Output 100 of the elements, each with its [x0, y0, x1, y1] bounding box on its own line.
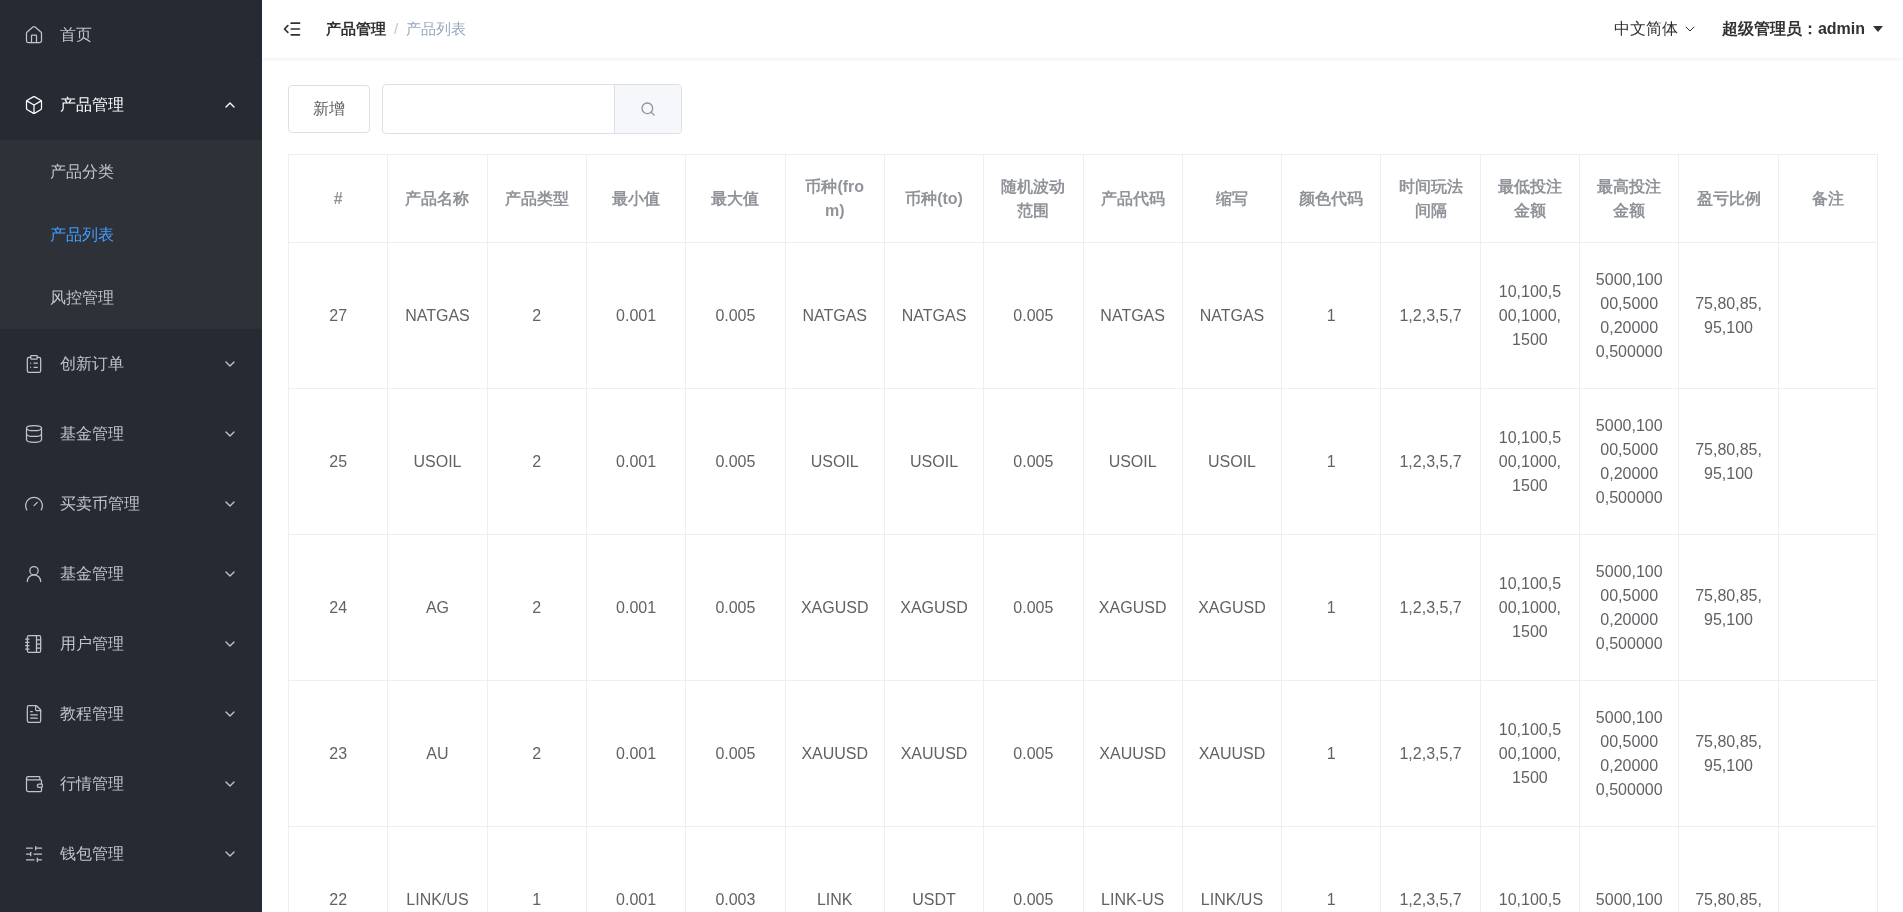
table-cell: 0.001: [586, 242, 686, 389]
table-cell: 1,2,3,5,7: [1380, 534, 1481, 681]
table-cell: 1: [1281, 534, 1381, 681]
column-header: 随机波动范围: [983, 154, 1083, 243]
table-cell: XAUUSD: [785, 680, 885, 827]
home-icon: [24, 25, 44, 45]
column-header: #: [288, 154, 388, 243]
column-header: 最大值: [685, 154, 786, 243]
search-field[interactable]: [382, 84, 682, 134]
sidebar-item[interactable]: 钱包管理: [0, 819, 262, 889]
table-cell: 0.001: [586, 680, 686, 827]
menu-icon[interactable]: [282, 19, 302, 39]
database-icon: [24, 424, 44, 444]
table-cell: 25: [288, 388, 388, 535]
column-header: 颜色代码: [1281, 154, 1381, 243]
table-cell: NATGAS: [387, 242, 488, 389]
user-icon: [24, 564, 44, 584]
sidebar-item[interactable]: 创新订单: [0, 329, 262, 399]
column-header: 最小值: [586, 154, 686, 243]
column-header: 盈亏比例: [1678, 154, 1779, 243]
table-cell: XAUUSD: [884, 680, 984, 827]
table-cell: 0.005: [685, 388, 786, 535]
table-cell: NATGAS: [1083, 242, 1183, 389]
table-cell: USOIL: [884, 388, 984, 535]
table-cell: USOIL: [1182, 388, 1282, 535]
add-button[interactable]: 新增: [288, 85, 370, 133]
column-header: 产品代码: [1083, 154, 1183, 243]
column-header: 时间玩法间隔: [1380, 154, 1481, 243]
sidebar-item[interactable]: 买卖币管理: [0, 469, 262, 539]
table-cell: 5000,10000,50000,200000,500000: [1579, 388, 1679, 535]
sliders-icon: [24, 844, 44, 864]
sidebar-item[interactable]: 产品管理: [0, 70, 262, 140]
table-cell: 0.005: [983, 680, 1083, 827]
sidebar-item[interactable]: 基金管理: [0, 539, 262, 609]
table-cell: NATGAS: [785, 242, 885, 389]
sidebar-item-label: 钱包管理: [60, 844, 125, 864]
table-cell: 1: [1281, 242, 1381, 389]
table-cell: 0.005: [983, 534, 1083, 681]
clipboard-icon: [24, 354, 44, 374]
column-header: 最低投注金额: [1480, 154, 1580, 243]
table-cell: 1,2,3,5,7: [1380, 388, 1481, 535]
table-cell: USOIL: [785, 388, 885, 535]
table-cell: NATGAS: [884, 242, 984, 389]
table-cell: 75,80,85,95,100: [1678, 680, 1779, 827]
table-cell: USOIL: [387, 388, 488, 535]
submenu-item[interactable]: 风控管理: [0, 266, 262, 329]
table-cell: 2: [487, 242, 587, 389]
column-header: 产品名称: [387, 154, 488, 243]
table-cell: XAUUSD: [1083, 680, 1183, 827]
cube-icon: [24, 95, 44, 115]
submenu-item[interactable]: 产品列表: [0, 203, 262, 266]
notebook-icon: [24, 634, 44, 654]
table-cell: 27: [288, 242, 388, 389]
table-cell: XAGUSD: [884, 534, 984, 681]
table-cell: 2: [487, 680, 587, 827]
sidebar-item[interactable]: 行情管理: [0, 749, 262, 819]
table-cell: 0.001: [586, 534, 686, 681]
table-cell: 0.005: [685, 534, 786, 681]
sidebar-item[interactable]: 基金管理: [0, 399, 262, 469]
table-cell: 75,80,85,95,100: [1678, 534, 1779, 681]
breadcrumb-separator: /: [394, 18, 399, 39]
table-cell: 24: [288, 534, 388, 681]
column-header: 币种(to): [884, 154, 984, 243]
table-cell: 10,100,500,1000,1500: [1480, 242, 1580, 389]
table-cell: 1: [1281, 680, 1381, 827]
column-header: 缩写: [1182, 154, 1282, 243]
column-header: 币种(from): [785, 154, 885, 243]
table-cell: 10,100,500,1000,1500: [1480, 388, 1580, 535]
table-cell: 0.005: [983, 242, 1083, 389]
table-cell: 22: [288, 826, 388, 912]
table-cell: 2: [487, 388, 587, 535]
table-cell: XAGUSD: [785, 534, 885, 681]
table-cell: 75,80,85,95,100: [1678, 388, 1779, 535]
table-cell: 5000,10000,50000,200000,500000: [1579, 534, 1679, 681]
sidebar-item[interactable]: 教程管理: [0, 679, 262, 749]
sidebar-item-label: 产品管理: [60, 95, 125, 115]
table-cell: 75,80,85,95,100: [1678, 242, 1779, 389]
language-select[interactable]: 中文简体: [1613, 17, 1698, 41]
column-header: 备注: [1778, 154, 1878, 243]
sidebar-item-label: 首页: [60, 25, 93, 45]
document-icon: [24, 704, 44, 724]
table-cell: 1: [1281, 388, 1381, 535]
table-cell: 1,2,3,5,7: [1380, 242, 1481, 389]
sidebar-item-label: 行情管理: [60, 774, 125, 794]
sidebar-item[interactable]: 用户管理: [0, 609, 262, 679]
table-cell: 23: [288, 680, 388, 827]
table-cell: 5000,10000,50000,200000,500000: [1579, 680, 1679, 827]
breadcrumb-item[interactable]: 产品管理: [326, 17, 386, 41]
submenu-item[interactable]: 产品分类: [0, 140, 262, 203]
sidebar-item-label: 买卖币管理: [60, 494, 141, 514]
caret-icon: [1873, 26, 1883, 32]
table-cell: 5000,10000,50000,200000,500000: [1579, 242, 1679, 389]
sidebar-item[interactable]: 首页: [0, 0, 262, 70]
table-cell: XAUUSD: [1182, 680, 1282, 827]
sidebar-item-label: 用户管理: [60, 634, 125, 654]
table-cell: 2: [487, 534, 587, 681]
search-button[interactable]: [614, 85, 681, 133]
search-icon: [640, 101, 656, 117]
wallet-icon: [24, 774, 44, 794]
user-menu[interactable]: 超级管理员：admin: [1721, 17, 1883, 41]
